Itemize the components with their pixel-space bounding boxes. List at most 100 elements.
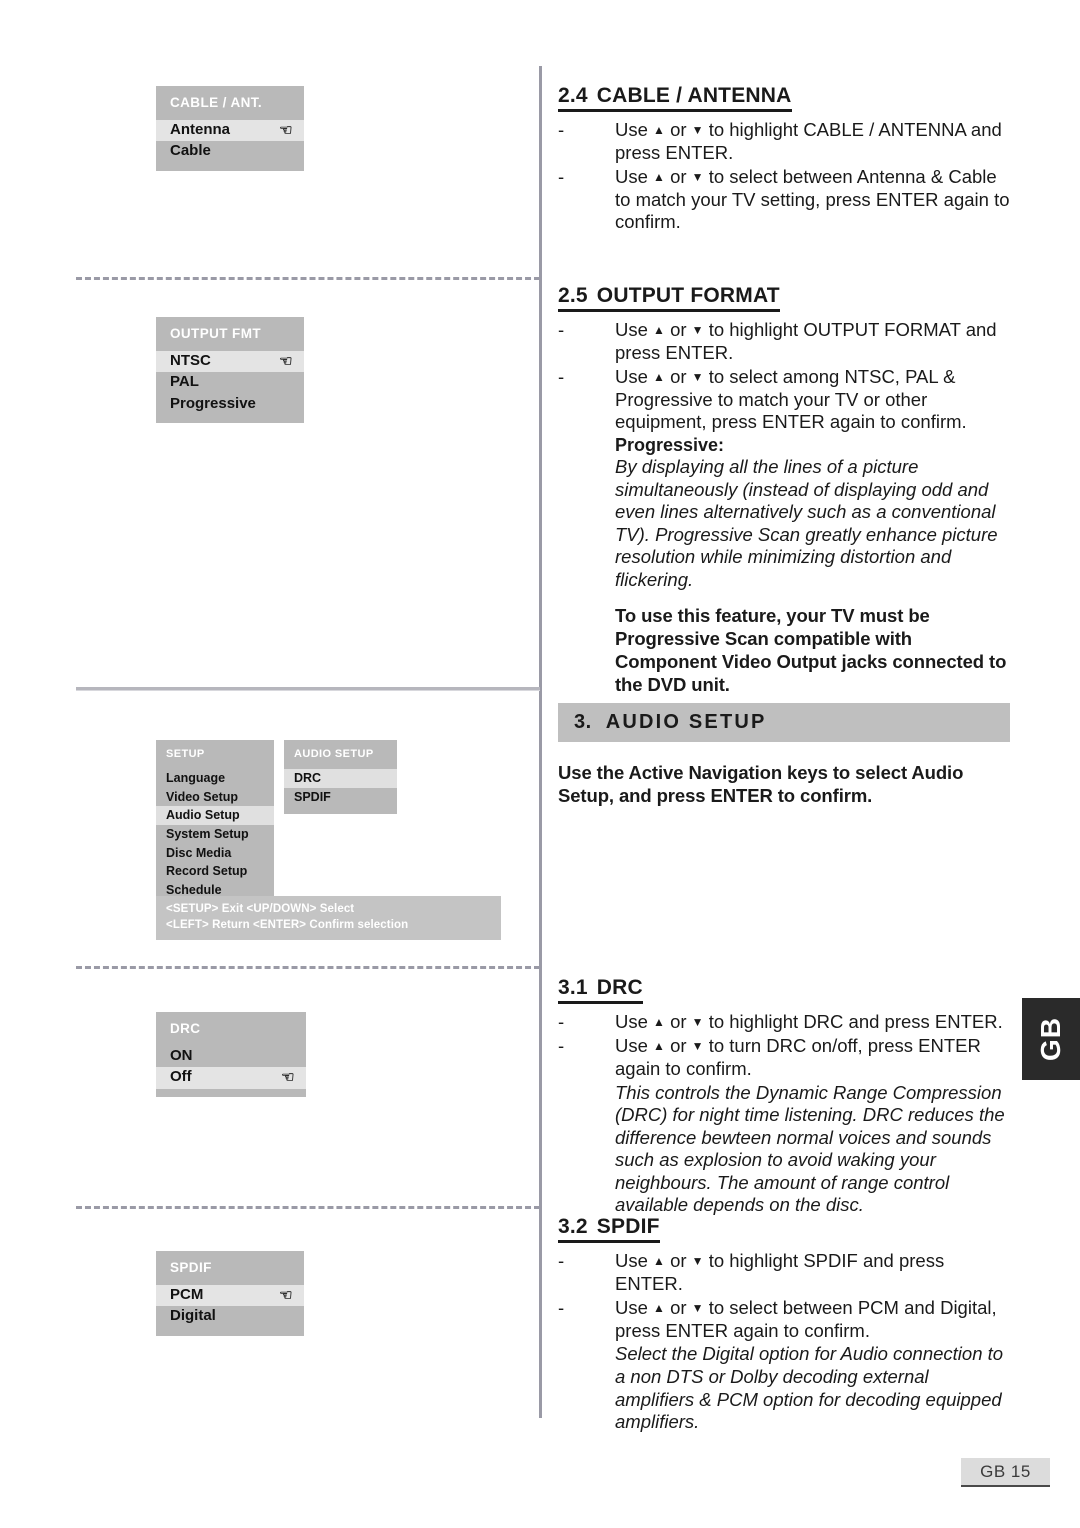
osd-title: SETUP bbox=[166, 748, 205, 760]
section-heading-output-format: 2.5 OUTPUT FORMAT bbox=[558, 284, 780, 312]
osd-hint-bar: <SETUP> Exit <UP/DOWN> Select <LEFT> Ret… bbox=[156, 896, 501, 940]
section-output-format: 2.5 OUTPUT FORMAT - Use ▲ or ▼ to highligh… bbox=[558, 284, 1010, 696]
arrow-up-icon: ▲ bbox=[653, 323, 665, 337]
osd-title: SPDIF bbox=[170, 1260, 212, 1275]
setup-item-language[interactable]: Language bbox=[156, 769, 274, 788]
bullet-dash: - bbox=[558, 119, 565, 140]
bullet-dash: - bbox=[558, 319, 565, 340]
osd-option-label: Antenna bbox=[170, 121, 230, 138]
instruction-list: - Use ▲ or ▼ to highlight SPDIF and press… bbox=[558, 1250, 1010, 1342]
language-tab-label: GB bbox=[1035, 1017, 1066, 1061]
instruction-list: - Use ▲ or ▼ to highlight CABLE / ANTENNA… bbox=[558, 119, 1010, 234]
arrow-up-icon: ▲ bbox=[653, 123, 665, 137]
arrow-down-icon: ▼ bbox=[691, 169, 704, 184]
section-drc: 3.1 DRC - Use ▲ or ▼ to highlight DRC and … bbox=[558, 976, 1010, 1217]
list-item: - Use ▲ or ▼ to turn DRC on/off, press EN… bbox=[558, 1034, 981, 1079]
osd-option-label: PCM bbox=[170, 1286, 204, 1303]
arrow-up-icon: ▲ bbox=[653, 369, 665, 384]
osd-option-drc-off[interactable]: Off ☞ bbox=[156, 1067, 306, 1089]
bullet-dash: - bbox=[558, 1250, 565, 1271]
language-tab-gb: GB bbox=[1022, 998, 1080, 1080]
section-title: OUTPUT FORMAT bbox=[596, 284, 780, 307]
setup-item-video-setup[interactable]: Video Setup bbox=[156, 788, 274, 807]
section-cable-antenna: 2.4 CABLE / ANTENNA - Use ▲ or ▼ to highli… bbox=[558, 84, 1010, 235]
arrow-up-icon: ▲ bbox=[653, 1015, 665, 1029]
section-number: 3.1 bbox=[558, 976, 588, 999]
section-title: AUDIO SETUP bbox=[605, 711, 767, 733]
section-number: 3.2 bbox=[558, 1215, 588, 1238]
pointing-hand-icon: ☞ bbox=[278, 1286, 292, 1304]
pointing-hand-icon: ☞ bbox=[278, 352, 292, 370]
bullet-dash: - bbox=[558, 365, 565, 387]
page-number-footer: GB 15 bbox=[961, 1458, 1050, 1487]
osd-title: DRC bbox=[170, 1021, 201, 1036]
osd-option-pal[interactable]: PAL bbox=[156, 372, 304, 393]
progressive-description: By displaying all the lines of a picture… bbox=[615, 456, 998, 591]
osd-option-cable[interactable]: Cable bbox=[156, 141, 304, 162]
audio-setup-item-spdif[interactable]: SPDIF bbox=[284, 788, 397, 807]
osd-option-label: ON bbox=[170, 1047, 193, 1064]
setup-item-system-setup[interactable]: System Setup bbox=[156, 825, 274, 844]
list-item: - Use ▲ or ▼ to select among NTSC, PAL & … bbox=[558, 365, 967, 433]
setup-item-audio-setup[interactable]: Audio Setup bbox=[156, 806, 274, 825]
audio-setup-item-drc[interactable]: DRC bbox=[284, 769, 397, 788]
section-title: SPDIF bbox=[596, 1215, 660, 1238]
osd-option-label: Off bbox=[170, 1068, 192, 1086]
section-number: 3. bbox=[574, 711, 592, 733]
section-heading-cable-antenna: 2.4 CABLE / ANTENNA bbox=[558, 84, 792, 112]
arrow-down-icon: ▼ bbox=[691, 1300, 704, 1315]
osd-panel-setup: SETUP Language Video Setup Audio Setup S… bbox=[156, 740, 274, 912]
bullet-dash: - bbox=[558, 1034, 565, 1056]
osd-option-progressive[interactable]: Progressive bbox=[156, 394, 304, 415]
progressive-label: Progressive: bbox=[615, 435, 725, 456]
column-divider bbox=[539, 66, 542, 1418]
osd-title: AUDIO SETUP bbox=[294, 748, 374, 760]
osd-panel-spdif: SPDIF PCM ☞ Digital bbox=[156, 1251, 304, 1336]
list-item: - Use ▲ or ▼ to highlight DRC and press E… bbox=[558, 1011, 1003, 1032]
setup-item-record-setup[interactable]: Record Setup bbox=[156, 862, 274, 881]
osd-hint-line-1: <SETUP> Exit <UP/DOWN> Select bbox=[166, 903, 355, 915]
setup-item-disc-media[interactable]: Disc Media bbox=[156, 844, 274, 863]
osd-option-label: PAL bbox=[170, 373, 199, 391]
section-separator-dashed-2 bbox=[76, 966, 540, 969]
section-separator-solid bbox=[76, 687, 540, 691]
osd-option-pcm[interactable]: PCM ☞ bbox=[156, 1285, 304, 1307]
section-title: CABLE / ANTENNA bbox=[596, 84, 792, 107]
arrow-up-icon: ▲ bbox=[653, 1038, 665, 1053]
osd-panel-cable-ant: CABLE / ANT. Antenna ☞ Cable bbox=[156, 86, 304, 171]
bullet-dash: - bbox=[558, 1296, 565, 1318]
section-number: 2.4 bbox=[558, 84, 588, 107]
osd-option-ntsc[interactable]: NTSC ☞ bbox=[156, 351, 304, 373]
instruction-list: - Use ▲ or ▼ to highlight OUTPUT FORMAT a… bbox=[558, 319, 1010, 434]
list-item: - Use ▲ or ▼ to highlight CABLE / ANTENNA… bbox=[558, 119, 1002, 163]
section-heading-spdif: 3.2 SPDIF bbox=[558, 1215, 660, 1243]
arrow-up-icon: ▲ bbox=[653, 169, 665, 184]
osd-panel-drc: DRC ON Off ☞ bbox=[156, 1012, 306, 1097]
osd-option-drc-on[interactable]: ON bbox=[156, 1046, 306, 1067]
bullet-dash: - bbox=[558, 1011, 565, 1032]
osd-panel-audio-setup: AUDIO SETUP DRC SPDIF bbox=[284, 740, 397, 815]
arrow-down-icon: ▼ bbox=[691, 1015, 704, 1029]
arrow-down-icon: ▼ bbox=[691, 123, 704, 137]
osd-option-label: Digital bbox=[170, 1307, 216, 1325]
instruction-list: - Use ▲ or ▼ to highlight DRC and press E… bbox=[558, 1011, 1010, 1081]
arrow-down-icon: ▼ bbox=[691, 1038, 704, 1053]
pointing-hand-icon: ☞ bbox=[278, 121, 292, 139]
section-separator-dashed-1 bbox=[76, 277, 540, 280]
osd-option-antenna[interactable]: Antenna ☞ bbox=[156, 120, 304, 142]
section-number: 2.5 bbox=[558, 284, 588, 307]
arrow-down-icon: ▼ bbox=[691, 369, 704, 384]
osd-option-label: Progressive bbox=[170, 394, 256, 412]
manual-page: CABLE / ANT. Antenna ☞ Cable OUTPUT FMT … bbox=[0, 0, 1080, 1528]
spdif-description: Select the Digital option for Audio conn… bbox=[615, 1343, 1004, 1433]
arrow-up-icon: ▲ bbox=[653, 1254, 665, 1268]
section-title: DRC bbox=[596, 976, 643, 999]
osd-setup-menu-group: SETUP Language Video Setup Audio Setup S… bbox=[156, 740, 397, 912]
osd-option-label: Cable bbox=[170, 142, 211, 160]
section-separator-dashed-3 bbox=[76, 1206, 540, 1209]
pointing-hand-icon: ☞ bbox=[280, 1068, 294, 1086]
osd-title: OUTPUT FMT bbox=[170, 326, 261, 341]
osd-option-digital[interactable]: Digital bbox=[156, 1306, 304, 1327]
section-heading-drc: 3.1 DRC bbox=[558, 976, 643, 1004]
section-audio-setup: 3. AUDIO SETUP Use the Active Navigation … bbox=[558, 703, 1010, 807]
